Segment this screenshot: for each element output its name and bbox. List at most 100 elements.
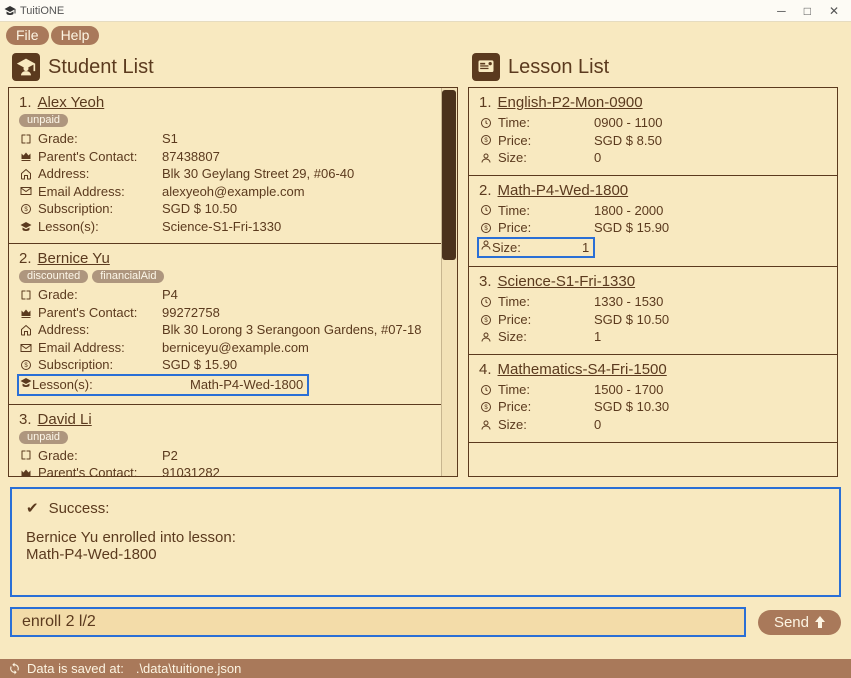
window-close-icon[interactable]: ✕ — [829, 4, 839, 18]
lesson-icon — [472, 53, 500, 81]
check-icon: ✔ — [26, 499, 39, 517]
lesson-card[interactable]: 1. English-P2-Mon-0900 Time:0900 - 1100 … — [469, 88, 837, 176]
lesson-name[interactable]: Mathematics-S4-Fri-1500 — [498, 361, 667, 378]
lesson-panel: Lesson List 1. English-P2-Mon-0900 Time:… — [468, 49, 838, 477]
student-grade: P4 — [162, 286, 178, 304]
person-icon — [479, 239, 492, 252]
mail-icon — [19, 185, 32, 198]
dollar-icon: $ — [479, 313, 492, 326]
student-email: alexyeoh@example.com — [162, 183, 305, 201]
student-name[interactable]: Bernice Yu — [38, 250, 110, 267]
lesson-index: 3. — [479, 273, 492, 290]
scrollbar-thumb[interactable] — [442, 90, 456, 260]
lesson-card[interactable]: 2. Math-P4-Wed-1800 Time:1800 - 2000 $Pr… — [469, 176, 837, 268]
lesson-price: SGD $ 15.90 — [594, 219, 669, 237]
field-label: Lesson(s): — [38, 218, 156, 236]
field-label: Grade: — [38, 447, 156, 465]
field-label: Parent's Contact: — [38, 464, 156, 476]
send-arrow-icon — [815, 616, 825, 628]
svg-text:$: $ — [24, 363, 28, 369]
window-titlebar: TuitiONE ─ □ ✕ — [0, 0, 851, 22]
lesson-index: 1. — [479, 94, 492, 111]
student-card[interactable]: 1. Alex Yeoh unpaid Grade:S1 Parent's Co… — [9, 88, 441, 244]
lesson-size: 0 — [594, 149, 601, 167]
badge: unpaid — [19, 114, 68, 127]
field-label: Parent's Contact: — [38, 304, 156, 322]
student-card[interactable]: 3. David Li unpaid Grade:P2 Parent's Con… — [9, 405, 441, 476]
lesson-list-box: 1. English-P2-Mon-0900 Time:0900 - 1100 … — [468, 87, 838, 477]
lesson-index: 2. — [479, 182, 492, 199]
command-input[interactable] — [10, 607, 746, 637]
window-maximize-icon[interactable]: □ — [804, 4, 811, 18]
lesson-card[interactable]: 3. Science-S1-Fri-1330 Time:1330 - 1530 … — [469, 267, 837, 355]
lesson-size: 1 — [582, 239, 589, 257]
lesson-time: 1800 - 2000 — [594, 202, 663, 220]
feedback-box: ✔ Success: Bernice Yu enrolled into less… — [10, 487, 841, 597]
grad-cap-icon — [19, 220, 32, 233]
send-button-label: Send — [774, 614, 809, 631]
field-label: Time: — [498, 381, 548, 399]
svg-text:$: $ — [484, 318, 488, 324]
student-parent-contact: 91031282 — [162, 464, 220, 476]
refresh-icon — [8, 662, 21, 675]
app-icon — [4, 5, 16, 17]
lesson-list[interactable]: 1. English-P2-Mon-0900 Time:0900 - 1100 … — [469, 88, 837, 476]
lesson-price: SGD $ 10.50 — [594, 311, 669, 329]
command-row: Send — [0, 607, 851, 643]
field-label: Time: — [498, 114, 548, 132]
clock-icon — [479, 204, 492, 217]
person-icon — [479, 331, 492, 344]
grad-cap-icon — [19, 376, 32, 389]
student-parent-contact: 87438807 — [162, 148, 220, 166]
menu-file[interactable]: File — [6, 26, 49, 45]
person-icon — [479, 418, 492, 431]
mail-icon — [19, 341, 32, 354]
student-email: berniceyu@example.com — [162, 339, 309, 357]
status-path: .\data\tuitione.json — [136, 661, 242, 676]
feedback-line1: Bernice Yu enrolled into lesson: — [26, 529, 825, 546]
student-card[interactable]: 2. Bernice Yu discountedfinancialAid Gra… — [9, 244, 441, 404]
badge: discounted — [19, 270, 88, 283]
person-icon — [479, 151, 492, 164]
student-parent-contact: 99272758 — [162, 304, 220, 322]
lesson-name[interactable]: English-P2-Mon-0900 — [498, 94, 643, 111]
lesson-card[interactable]: 4. Mathematics-S4-Fri-1500 Time:1500 - 1… — [469, 355, 837, 443]
lesson-time: 1330 - 1530 — [594, 293, 663, 311]
clock-icon — [479, 383, 492, 396]
window-title: TuitiONE — [20, 5, 64, 17]
field-label: Subscription: — [38, 200, 156, 218]
dollar-icon: $ — [479, 401, 492, 414]
student-name[interactable]: David Li — [38, 411, 92, 428]
field-label: Grade: — [38, 130, 156, 148]
field-label: Price: — [498, 398, 548, 416]
send-button[interactable]: Send — [758, 610, 841, 635]
student-panel: Student List 1. Alex Yeoh unpaid Grade:S… — [8, 49, 458, 477]
svg-text:$: $ — [24, 207, 28, 213]
field-label: Email Address: — [38, 339, 156, 357]
field-label: Email Address: — [38, 183, 156, 201]
student-list[interactable]: 1. Alex Yeoh unpaid Grade:S1 Parent's Co… — [9, 88, 457, 476]
window-minimize-icon[interactable]: ─ — [777, 4, 786, 18]
lesson-name[interactable]: Science-S1-Fri-1330 — [498, 273, 636, 290]
menubar: File Help — [0, 22, 851, 49]
field-label: Price: — [498, 311, 548, 329]
crown-icon — [19, 306, 32, 319]
field-label: Size: — [492, 239, 542, 257]
crown-icon — [19, 150, 32, 163]
scrollbar-track[interactable] — [441, 88, 457, 476]
lesson-name[interactable]: Math-P4-Wed-1800 — [498, 182, 629, 199]
field-label: Address: — [38, 321, 156, 339]
svg-text:$: $ — [484, 138, 488, 144]
crown-icon — [19, 466, 32, 476]
student-icon — [12, 53, 40, 81]
menu-help[interactable]: Help — [51, 26, 100, 45]
home-icon — [19, 167, 32, 180]
student-name[interactable]: Alex Yeoh — [38, 94, 105, 111]
field-label: Parent's Contact: — [38, 148, 156, 166]
student-subscription: SGD $ 10.50 — [162, 200, 237, 218]
field-label: Subscription: — [38, 356, 156, 374]
lesson-price: SGD $ 10.30 — [594, 398, 669, 416]
student-subscription: SGD $ 15.90 — [162, 356, 237, 374]
field-label: Address: — [38, 165, 156, 183]
field-label: Size: — [498, 149, 548, 167]
